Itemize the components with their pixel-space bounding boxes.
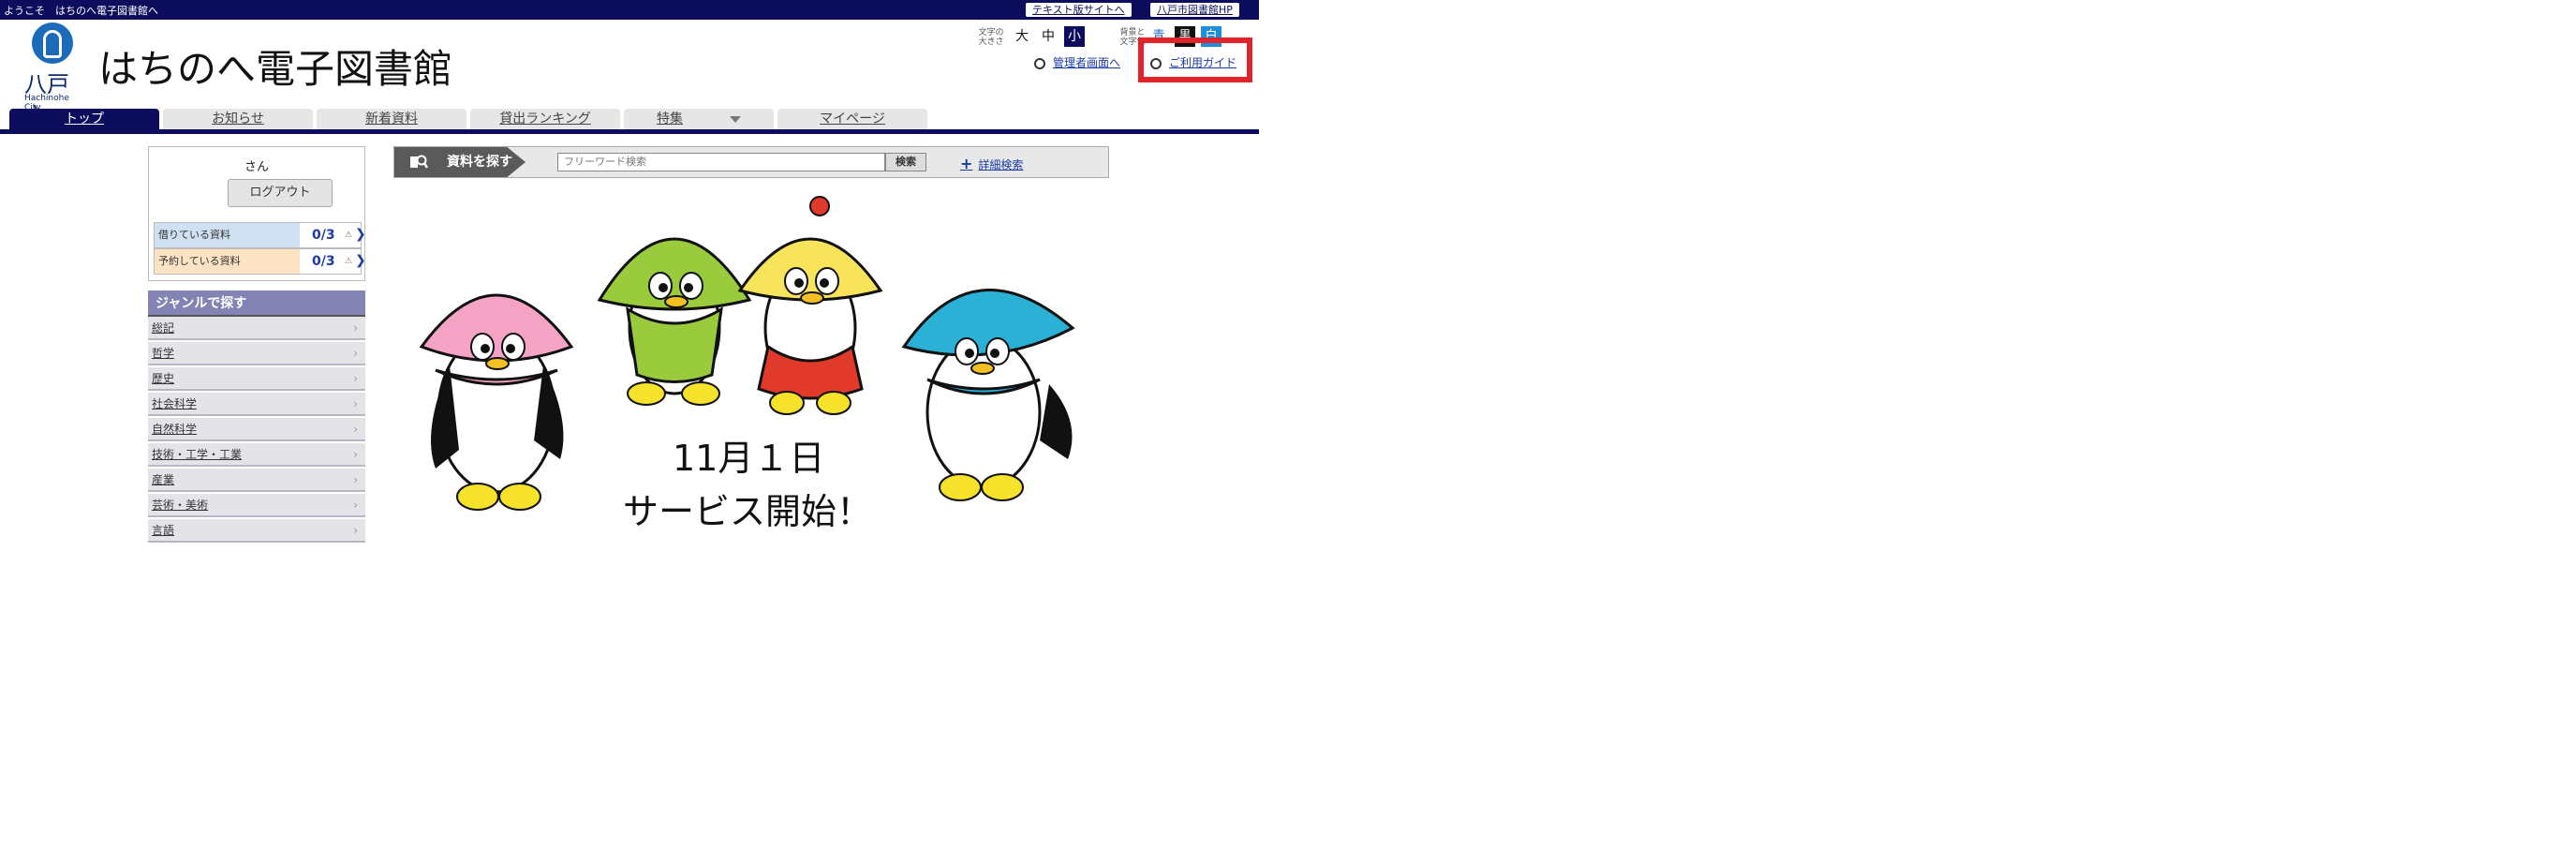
reserved-count: 0/3 — [312, 254, 335, 269]
reserved-row[interactable]: 予約している資料 0/3 ⚠ ❯ — [154, 248, 366, 275]
borrowed-count: 0/3 — [312, 228, 335, 243]
nav-underline — [0, 129, 1259, 134]
chevron-right-icon: › — [353, 423, 358, 436]
tab-ranking[interactable]: 貸出ランキング — [470, 109, 620, 129]
genre-item-label: 歴史 — [152, 372, 175, 385]
text-site-link[interactable]: テキスト版サイトへ — [1026, 3, 1132, 17]
font-size-label: 文字の大きさ — [978, 28, 1004, 47]
tab-mypage[interactable]: マイページ — [777, 109, 927, 129]
top-bar: ようこそ はちのへ電子図書館へ テキスト版サイトへ 八戸市図書館HP — [0, 0, 1259, 20]
green-mascot-icon — [597, 237, 752, 406]
admin-link-label: 管理者画面へ — [1053, 56, 1121, 69]
genre-item-label: 技術・工学・工業 — [152, 448, 243, 461]
chevron-right-icon: › — [353, 473, 358, 486]
genre-heading: ジャンルで探す — [148, 290, 365, 317]
city-logo[interactable]: 八戸市 Hachinohe City — [19, 22, 81, 130]
genre-item-label: 産業 — [152, 473, 175, 486]
logout-button[interactable]: ログアウト — [228, 179, 333, 207]
tab-news[interactable]: お知らせ — [163, 109, 313, 129]
tab-features-label: 特集 — [657, 112, 683, 127]
plus-icon: + — [960, 155, 973, 172]
chevron-right-icon: ❯ — [355, 253, 366, 268]
genre-item-label: 社会科学 — [152, 397, 198, 410]
city-library-hp-link[interactable]: 八戸市図書館HP — [1150, 3, 1239, 17]
highlight-box — [1138, 37, 1252, 82]
service-start-banner[interactable]: 11月１日 サービス開始！ — [393, 187, 1109, 544]
chevron-right-icon: › — [353, 499, 358, 512]
search-label: 資料を探す — [394, 147, 526, 177]
tab-new-items[interactable]: 新着資料 — [317, 109, 466, 129]
font-size-large-button[interactable]: 大 — [1012, 26, 1032, 47]
font-size-medium-button[interactable]: 中 — [1038, 26, 1059, 47]
chevron-right-icon: › — [353, 448, 358, 461]
advanced-search-label: 詳細検索 — [978, 158, 1024, 171]
chevron-down-icon — [730, 115, 741, 123]
circle-bullet-icon — [1034, 57, 1045, 69]
genre-item[interactable]: 自然科学 › — [148, 418, 365, 441]
yellow-mascot-icon — [737, 196, 883, 415]
genre-item-label: 芸術・美術 — [152, 499, 209, 512]
genre-item[interactable]: 社会科学 › — [148, 393, 365, 416]
admin-link[interactable]: 管理者画面へ — [1034, 54, 1120, 70]
search-label-text: 資料を探す — [447, 155, 512, 170]
user-panel: さん ログアウト 借りている資料 0/3 ⚠ ❯ 予約している資料 0/3 ⚠ … — [148, 146, 366, 281]
banner-date-text: 11月１日 — [673, 438, 825, 479]
borrowed-label: 借りている資料 — [155, 223, 300, 247]
genre-item[interactable]: 歴史 › — [148, 367, 365, 391]
font-size-small-button[interactable]: 小 — [1064, 26, 1085, 47]
genre-item[interactable]: 総記 › — [148, 317, 365, 340]
genre-item-label: 哲学 — [152, 347, 175, 360]
genre-item-label: 自然科学 — [152, 423, 198, 436]
reserved-label: 予約している資料 — [155, 249, 300, 274]
search-input[interactable] — [557, 153, 885, 171]
genre-item[interactable]: 産業 › — [148, 469, 365, 492]
chevron-right-icon: › — [353, 524, 358, 537]
chevron-right-icon: › — [353, 372, 358, 385]
borrowed-row[interactable]: 借りている資料 0/3 ⚠ ❯ — [154, 222, 366, 248]
search-bar: 資料を探す 検索 + 詳細検索 — [393, 146, 1109, 178]
chevron-right-icon: › — [353, 321, 358, 335]
site-title[interactable]: はちのへ電子図書館 — [98, 37, 452, 95]
genre-item-label: 言語 — [152, 524, 175, 537]
blue-mascot-icon — [901, 289, 1075, 501]
tab-features[interactable]: 特集 — [624, 109, 774, 129]
search-button[interactable]: 検索 — [885, 153, 926, 171]
chevron-right-icon: › — [353, 397, 358, 410]
library-site: ようこそ はちのへ電子図書館へ テキスト版サイトへ 八戸市図書館HP 八戸市 H… — [0, 0, 1259, 849]
user-name: さん — [244, 160, 269, 174]
book-search-icon — [410, 155, 428, 169]
welcome-text: ようこそ はちのへ電子図書館へ — [4, 5, 158, 17]
genre-item[interactable]: 芸術・美術 › — [148, 494, 365, 517]
genre-item[interactable]: 技術・工学・工業 › — [148, 443, 365, 467]
tab-top[interactable]: トップ — [9, 109, 159, 129]
pink-mascot-icon — [419, 293, 574, 511]
chevron-right-icon: ❯ — [355, 227, 366, 242]
warning-icon: ⚠ — [345, 257, 353, 266]
genre-item[interactable]: 言語 › — [148, 519, 365, 543]
genre-item[interactable]: 哲学 › — [148, 342, 365, 365]
warning-icon: ⚠ — [345, 231, 353, 240]
city-emblem-icon — [32, 22, 73, 64]
chevron-right-icon: › — [353, 347, 358, 360]
banner-service-text: サービス開始！ — [623, 491, 873, 532]
genre-item-label: 総記 — [152, 321, 175, 335]
advanced-search-link[interactable]: + 詳細検索 — [960, 155, 1023, 172]
